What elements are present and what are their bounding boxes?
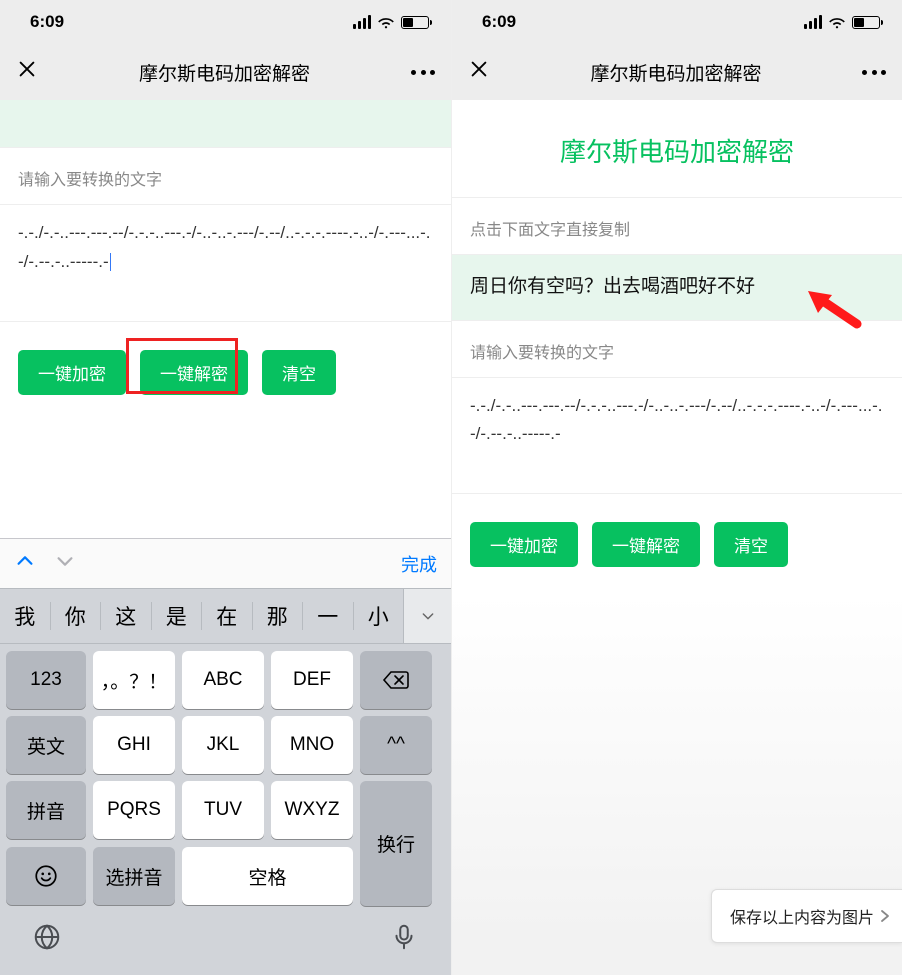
sugg-0[interactable]: 我: [0, 601, 50, 631]
key-abc[interactable]: ABC: [182, 651, 264, 709]
keyboard: 我 你 这 是 在 那 一 小 123 ，。？！ ABC DEF 英文 GHI: [0, 588, 451, 975]
wifi-icon: [828, 16, 846, 29]
key-pinyin[interactable]: 拼音: [6, 781, 86, 839]
keyboard-done-button[interactable]: 完成: [401, 551, 437, 577]
phone-left: 6:09 摩尔斯电码加密解密 请输入要转换的文字 -.-./-.-..---.-…: [0, 0, 451, 975]
more-icon[interactable]: [862, 70, 886, 75]
status-bar: 6:09: [452, 0, 902, 44]
decrypt-button[interactable]: 一键解密: [592, 522, 700, 567]
clear-button[interactable]: 清空: [262, 350, 336, 395]
sugg-6[interactable]: 一: [303, 601, 353, 631]
result-empty: [0, 100, 451, 148]
key-wxyz[interactable]: WXYZ: [271, 781, 353, 839]
key-def[interactable]: DEF: [271, 651, 353, 709]
phone-right: 6:09 摩尔斯电码加密解密 摩尔斯电码加密解密 点击下面文字直接复制 周日你有…: [451, 0, 902, 975]
page-title: 摩尔斯电码加密解密: [452, 100, 902, 198]
key-select-pinyin[interactable]: 选拼音: [93, 847, 175, 905]
key-tuv[interactable]: TUV: [182, 781, 264, 839]
next-field-icon[interactable]: [54, 550, 76, 577]
sugg-5[interactable]: 那: [253, 601, 303, 631]
morse-text: -.-./-.-..---.---.--/-.-.-..---.-/-..-..…: [470, 396, 883, 444]
close-icon[interactable]: [468, 58, 490, 86]
result-text[interactable]: 周日你有空吗？出去喝酒吧好不好: [452, 255, 902, 321]
signal-icon: [804, 15, 822, 29]
chevron-right-icon: [880, 909, 890, 923]
keyboard-accessory: 完成: [0, 538, 451, 588]
sugg-2[interactable]: 这: [101, 601, 151, 631]
key-ghi[interactable]: GHI: [93, 716, 175, 774]
status-bar: 6:09: [0, 0, 451, 44]
nav-title: 摩尔斯电码加密解密: [490, 59, 862, 86]
input-placeholder-label: 请输入要转换的文字: [452, 321, 902, 378]
encrypt-button[interactable]: 一键加密: [18, 350, 126, 395]
save-label: 保存以上内容为图片: [730, 904, 874, 928]
key-jkl[interactable]: JKL: [182, 716, 264, 774]
sugg-1[interactable]: 你: [51, 601, 101, 631]
nav-bar: 摩尔斯电码加密解密: [452, 44, 902, 100]
nav-title: 摩尔斯电码加密解密: [38, 59, 411, 86]
emoji-icon: [33, 863, 59, 889]
status-icons: [353, 15, 429, 29]
key-punct[interactable]: ，。？！: [93, 651, 175, 709]
signal-icon: [353, 15, 371, 29]
mic-icon[interactable]: [389, 922, 419, 957]
key-123[interactable]: 123: [6, 651, 86, 709]
battery-icon: [401, 16, 429, 29]
save-as-image-button[interactable]: 保存以上内容为图片: [711, 889, 902, 943]
text-cursor: [110, 253, 111, 271]
morse-textarea[interactable]: -.-./-.-..---.---.--/-.-.-..---.-/-..-..…: [452, 378, 902, 495]
close-icon[interactable]: [16, 58, 38, 86]
wifi-icon: [377, 16, 395, 29]
sugg-3[interactable]: 是: [152, 601, 202, 631]
key-space[interactable]: 空格: [182, 847, 353, 905]
key-return[interactable]: 换行: [360, 781, 432, 906]
prev-field-icon[interactable]: [14, 550, 36, 577]
sugg-7[interactable]: 小: [354, 601, 404, 631]
key-delete[interactable]: [360, 651, 432, 709]
status-time: 6:09: [482, 12, 516, 32]
key-emoji[interactable]: [6, 847, 86, 905]
copy-hint: 点击下面文字直接复制: [452, 198, 902, 255]
nav-bar: 摩尔斯电码加密解密: [0, 44, 451, 100]
morse-text: -.-./-.-..---.---.--/-.-.-..---.-/-..-..…: [18, 223, 431, 271]
status-icons: [804, 15, 880, 29]
more-icon[interactable]: [411, 70, 435, 75]
delete-icon: [382, 670, 410, 690]
key-caret[interactable]: ^^: [360, 716, 432, 774]
globe-icon[interactable]: [32, 922, 62, 957]
highlight-box: [126, 338, 238, 394]
morse-textarea[interactable]: -.-./-.-..---.---.--/-.-.-..---.-/-..-..…: [0, 205, 451, 322]
key-en[interactable]: 英文: [6, 716, 86, 774]
result-text-value: 周日你有空吗？出去喝酒吧好不好: [470, 276, 755, 297]
input-placeholder-label: 请输入要转换的文字: [0, 148, 451, 205]
status-time: 6:09: [30, 12, 64, 32]
expand-suggestions-icon[interactable]: [403, 589, 451, 643]
key-mno[interactable]: MNO: [271, 716, 353, 774]
battery-icon: [852, 16, 880, 29]
clear-button[interactable]: 清空: [714, 522, 788, 567]
keyboard-suggestions: 我 你 这 是 在 那 一 小: [0, 588, 451, 644]
key-pqrs[interactable]: PQRS: [93, 781, 175, 839]
sugg-4[interactable]: 在: [202, 601, 252, 631]
encrypt-button[interactable]: 一键加密: [470, 522, 578, 567]
